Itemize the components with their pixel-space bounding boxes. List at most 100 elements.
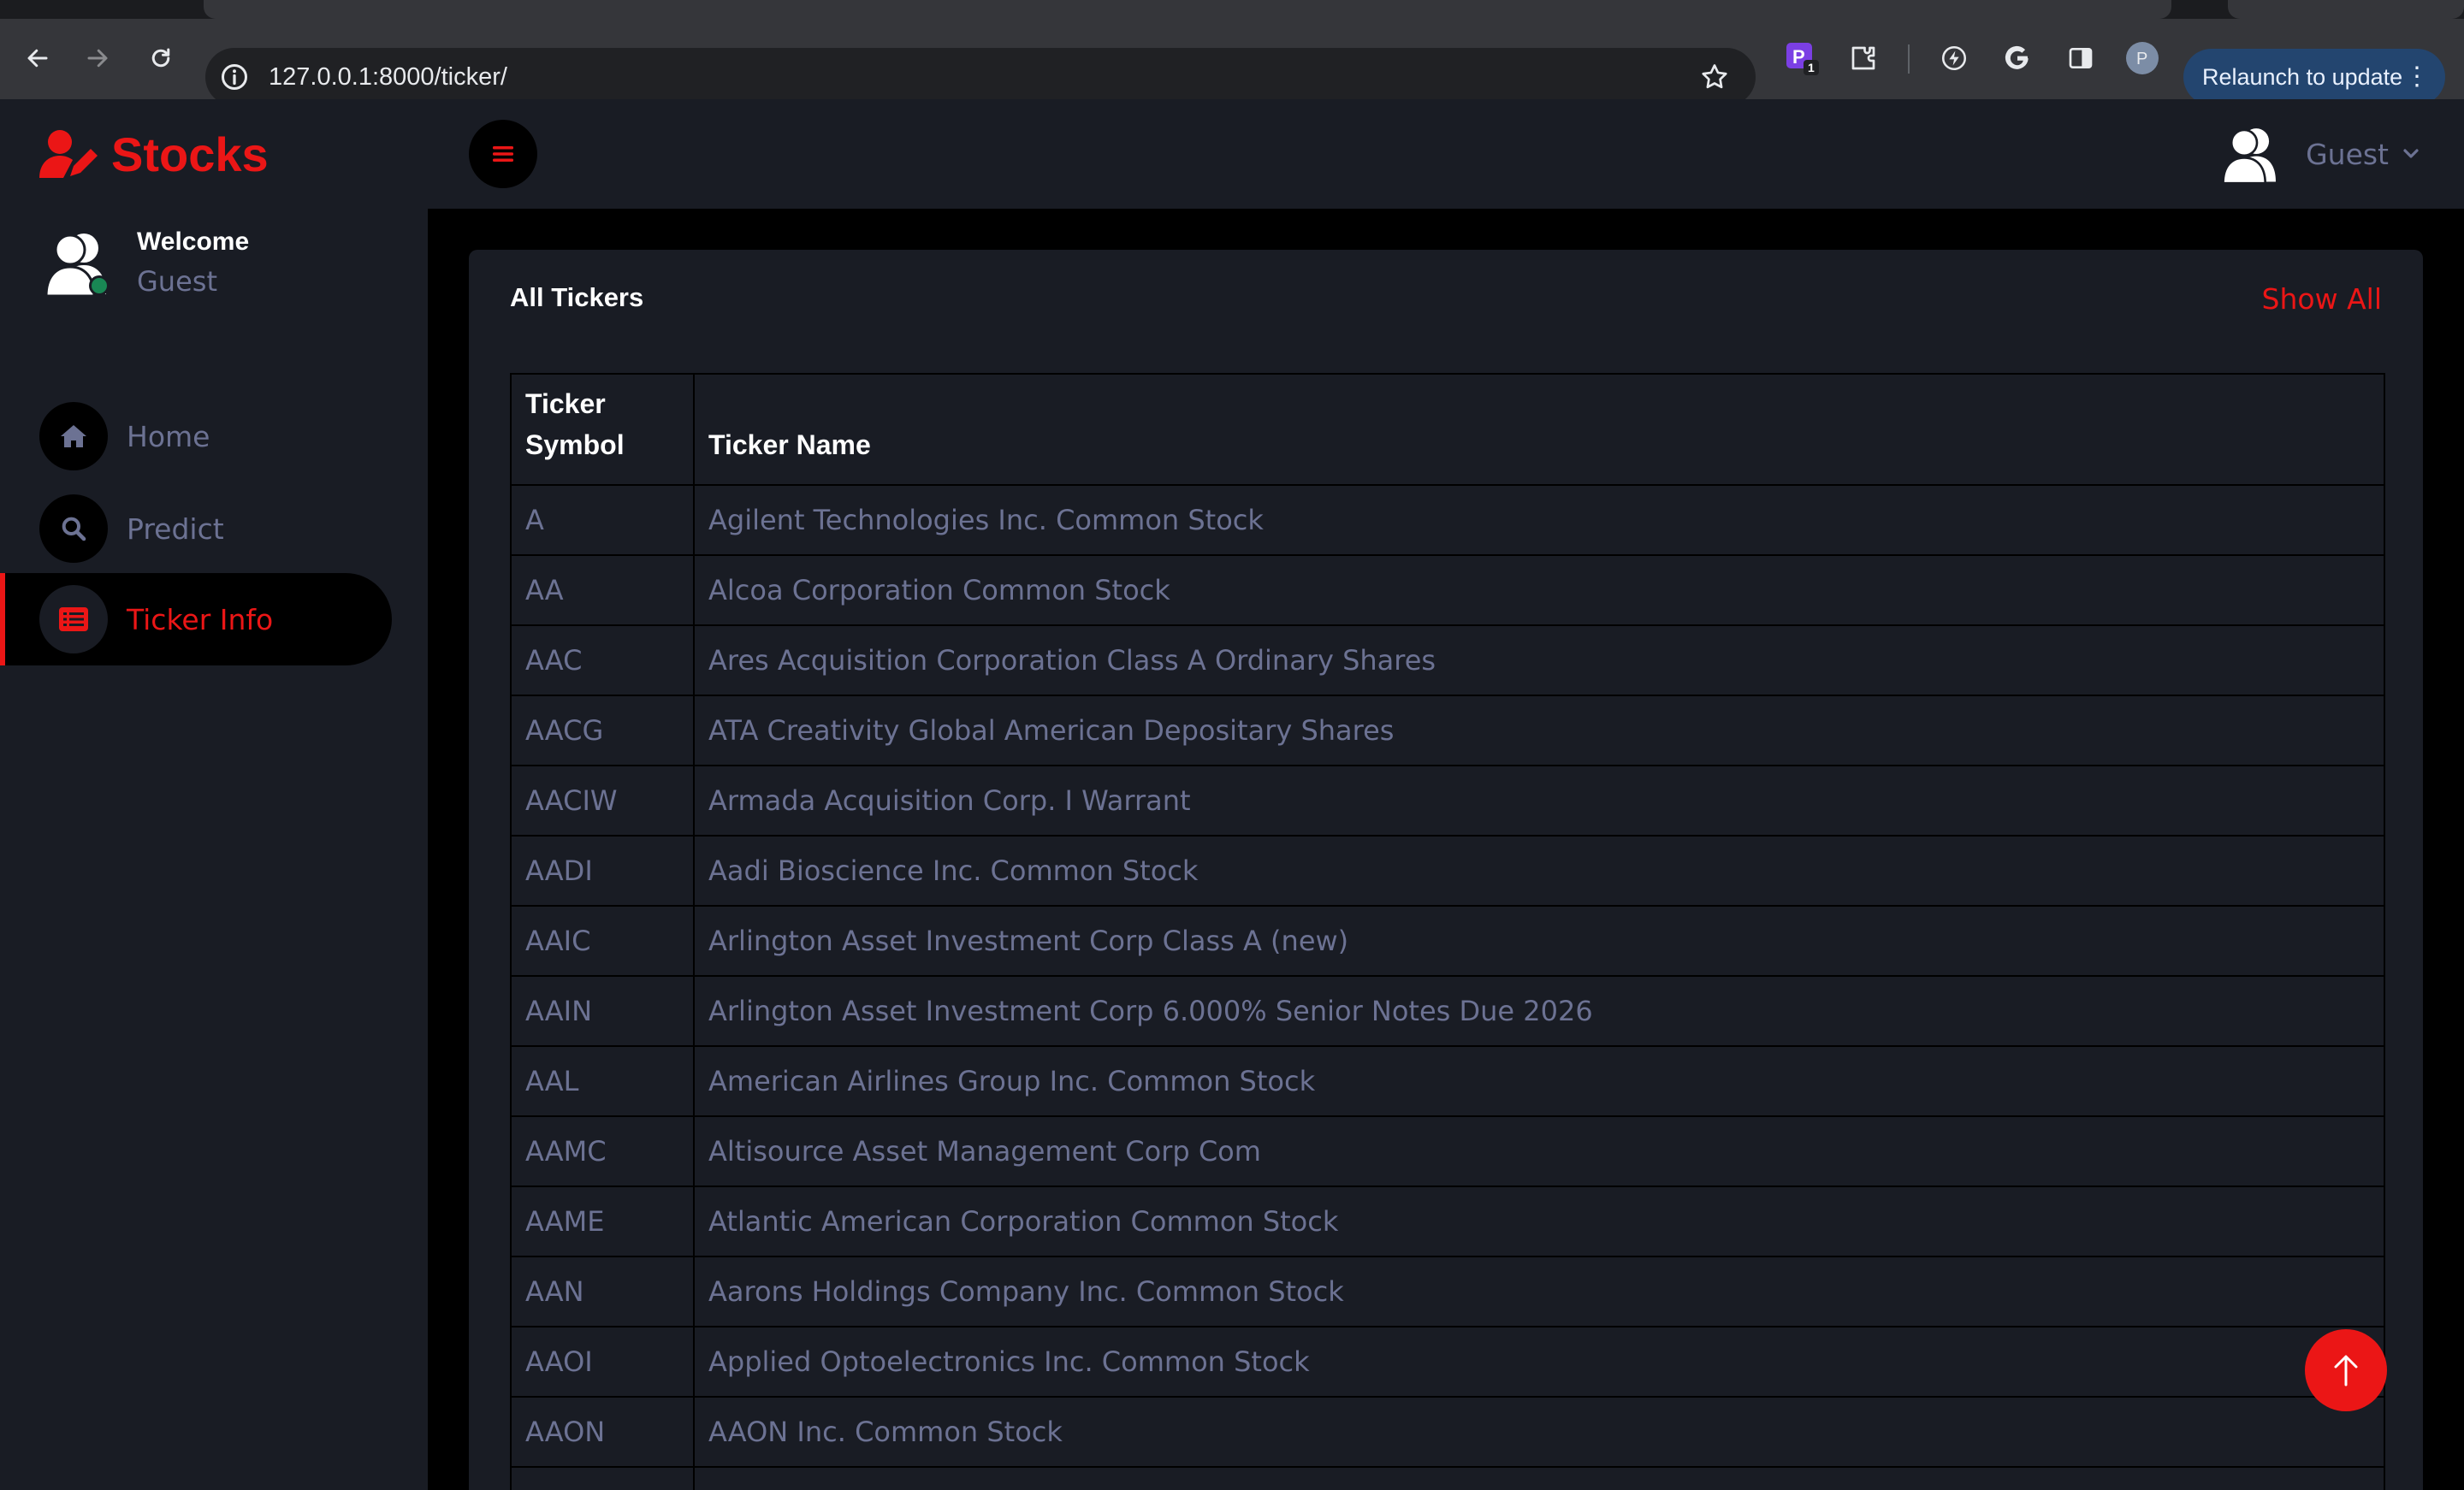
ticker-name-cell: Ares Acquisition Corporation Class A Ord…	[708, 644, 1436, 677]
reload-button[interactable]	[142, 39, 180, 77]
list-icon	[59, 607, 88, 631]
ticker-name-cell: Agilent Technologies Inc. Common Stock	[708, 504, 1264, 536]
ticker-name-cell: Applied Optoelectronics Inc. Common Stoc…	[708, 1345, 1310, 1378]
back-button[interactable]	[19, 39, 56, 77]
tickers-card: All Tickers Show All Ticker Symbol Ticke…	[469, 250, 2423, 1490]
app-topbar: Guest	[428, 99, 2464, 209]
ticker-symbol-cell: AAIC	[512, 907, 695, 975]
ticker-name-cell: Aarons Holdings Company Inc. Common Stoc…	[708, 1275, 1344, 1308]
main-content: All Tickers Show All Ticker Symbol Ticke…	[428, 209, 2464, 1490]
google-icon[interactable]	[2000, 41, 2035, 75]
ticker-name-cell: Atlantic American Corporation Common Sto…	[708, 1205, 1339, 1238]
show-all-link[interactable]: Show All	[2262, 282, 2382, 316]
user-avatar-icon	[2222, 128, 2277, 185]
forward-arrow-icon	[87, 49, 108, 68]
ticker-name-cell: Arlington Asset Investment Corp 6.000% S…	[708, 995, 1593, 1027]
arrow-up-icon	[2334, 1355, 2358, 1387]
search-icon	[62, 517, 86, 541]
sidebar-toggle-button[interactable]	[469, 120, 537, 188]
sidebar-item-label: Home	[127, 419, 210, 453]
bookmark-star-icon[interactable]	[1699, 62, 1730, 92]
table-row: AADI Aadi Bioscience Inc. Common Stock	[512, 837, 2384, 907]
home-icon-wrap	[39, 402, 108, 470]
extension-bolt-icon[interactable]	[1937, 41, 1971, 75]
user-dropdown[interactable]: Guest	[2220, 121, 2420, 186]
table-row	[512, 1468, 2384, 1490]
user-edit-icon	[39, 130, 98, 178]
extensions-puzzle-icon[interactable]	[1846, 41, 1881, 75]
site-info-icon[interactable]	[219, 62, 250, 92]
ticker-symbol-cell: A	[512, 486, 695, 554]
ticker-symbol-cell: AAN	[512, 1257, 695, 1326]
ticker-symbol-cell: AAMC	[512, 1117, 695, 1185]
ticker-symbol-cell: AAOI	[512, 1327, 695, 1396]
search-icon-wrap	[39, 494, 108, 563]
reload-icon	[151, 48, 170, 68]
table-row: AACG ATA Creativity Global American Depos…	[512, 696, 2384, 766]
ticker-name-cell: AAON Inc. Common Stock	[708, 1416, 1063, 1448]
ticker-name-cell: Aadi Bioscience Inc. Common Stock	[708, 854, 1199, 887]
relaunch-to-update-button[interactable]: Relaunch to update ⋮	[2183, 49, 2445, 105]
forward-button[interactable]	[79, 39, 116, 77]
ticker-name-cell: Armada Acquisition Corp. I Warrant	[708, 784, 1191, 817]
table-row: AAIN Arlington Asset Investment Corp 6.00…	[512, 977, 2384, 1047]
address-bar-url[interactable]: 127.0.0.1:8000/ticker/	[269, 48, 507, 106]
ticker-name-cell: ATA Creativity Global American Depositar…	[708, 714, 1395, 747]
side-panel-icon[interactable]	[2064, 41, 2098, 75]
extension-p-icon[interactable]: P1	[1785, 41, 1819, 75]
ticker-name-cell: Altisource Asset Management Corp Com	[708, 1135, 1261, 1168]
card-title: All Tickers	[510, 282, 644, 312]
ticker-symbol-cell: AAON	[512, 1398, 695, 1466]
profile-avatar-icon[interactable]: P	[2125, 41, 2159, 75]
ticker-symbol-cell: AA	[512, 556, 695, 624]
home-icon	[61, 425, 86, 447]
svg-text:P: P	[1792, 46, 1805, 68]
table-row: AAME Atlantic American Corporation Common…	[512, 1187, 2384, 1257]
list-icon-wrap	[39, 585, 108, 653]
more-menu-icon[interactable]: ⋮	[2404, 49, 2430, 105]
relaunch-label: Relaunch to update	[2202, 64, 2403, 90]
table-body: A Agilent Technologies Inc. Common Stock A…	[512, 486, 2384, 1490]
sidebar-item-home[interactable]: Home	[0, 390, 387, 482]
table-row: AAON AAON Inc. Common Stock	[512, 1398, 2384, 1468]
table-row: AAC Ares Acquisition Corporation Class A …	[512, 626, 2384, 696]
ticker-symbol-cell: AAIN	[512, 977, 695, 1045]
table-header: Ticker Symbol Ticker Name	[512, 375, 2384, 486]
ticker-symbol-cell: AACIW	[512, 766, 695, 835]
table-row: AA Alcoa Corporation Common Stock	[512, 556, 2384, 626]
sidebar-item-ticker-info[interactable]: Ticker Info	[0, 573, 392, 665]
ticker-symbol-cell: AAME	[512, 1187, 695, 1256]
sidebar-item-predict[interactable]: Predict	[0, 482, 387, 575]
ticker-name-cell	[695, 1468, 2384, 1490]
browser-toolbar: 127.0.0.1:8000/ticker/ P1 P Relaunch to …	[0, 19, 2464, 106]
online-status-dot	[89, 275, 110, 296]
brand-link[interactable]: Stocks	[39, 120, 269, 188]
svg-text:P: P	[2136, 50, 2147, 68]
sidebar-user-name: Guest	[137, 265, 217, 298]
table-row: AAIC Arlington Asset Investment Corp Clas…	[512, 907, 2384, 977]
ticker-symbol-cell: AAL	[512, 1047, 695, 1115]
table-row: AAL American Airlines Group Inc. Common S…	[512, 1047, 2384, 1117]
ticker-name-cell: American Airlines Group Inc. Common Stoc…	[708, 1065, 1316, 1097]
table-row: AACIW Armada Acquisition Corp. I Warrant	[512, 766, 2384, 837]
sidebar: Stocks Welcome Guest Home Predict Ticker…	[0, 99, 428, 1490]
ticker-symbol-cell: AACG	[512, 696, 695, 765]
browser-tab[interactable]	[2228, 0, 2464, 19]
chevron-down-icon	[2403, 149, 2419, 158]
page: 127.0.0.1:8000/ticker/ P1 P Relaunch to …	[0, 0, 2464, 1490]
browser-tab[interactable]	[204, 0, 2171, 19]
ticker-symbol-cell	[512, 1468, 695, 1490]
table-row: A Agilent Technologies Inc. Common Stock	[512, 486, 2384, 556]
address-bar[interactable]: 127.0.0.1:8000/ticker/	[205, 48, 1756, 106]
sidebar-item-label: Ticker Info	[127, 602, 274, 636]
tickers-table: Ticker Symbol Ticker Name A Agilent Techn…	[510, 373, 2385, 1490]
svg-text:1: 1	[1808, 61, 1815, 74]
table-row: AAMC Altisource Asset Management Corp Com	[512, 1117, 2384, 1187]
column-header-name: Ticker Name	[708, 429, 871, 460]
welcome-text: Welcome	[137, 228, 250, 256]
column-header-symbol: Ticker Symbol	[512, 375, 695, 484]
hamburger-icon	[493, 146, 513, 162]
header-user-name: Guest	[2306, 137, 2389, 171]
back-to-top-button[interactable]	[2305, 1329, 2387, 1411]
ticker-symbol-cell: AADI	[512, 837, 695, 905]
